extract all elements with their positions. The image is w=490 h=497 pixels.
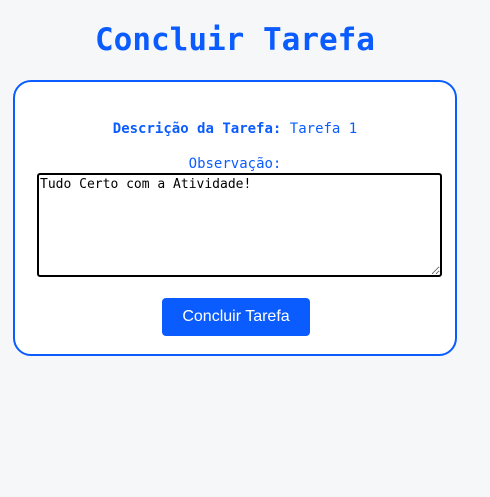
task-description-row: Descrição da Tarefa: Tarefa 1 <box>15 120 455 138</box>
task-description-label: Descrição da Tarefa: <box>112 121 282 137</box>
observation-label: Observação: <box>188 156 282 172</box>
conclude-task-button[interactable]: Concluir Tarefa <box>162 298 310 336</box>
observation-textarea[interactable]: Tudo Certo com a Atividade! <box>37 173 442 277</box>
task-description-value: Tarefa 1 <box>289 121 358 137</box>
task-form-card: Descrição da Tarefa: Tarefa 1 Observação… <box>13 80 457 356</box>
page-title: Concluir Tarefa <box>95 22 375 58</box>
